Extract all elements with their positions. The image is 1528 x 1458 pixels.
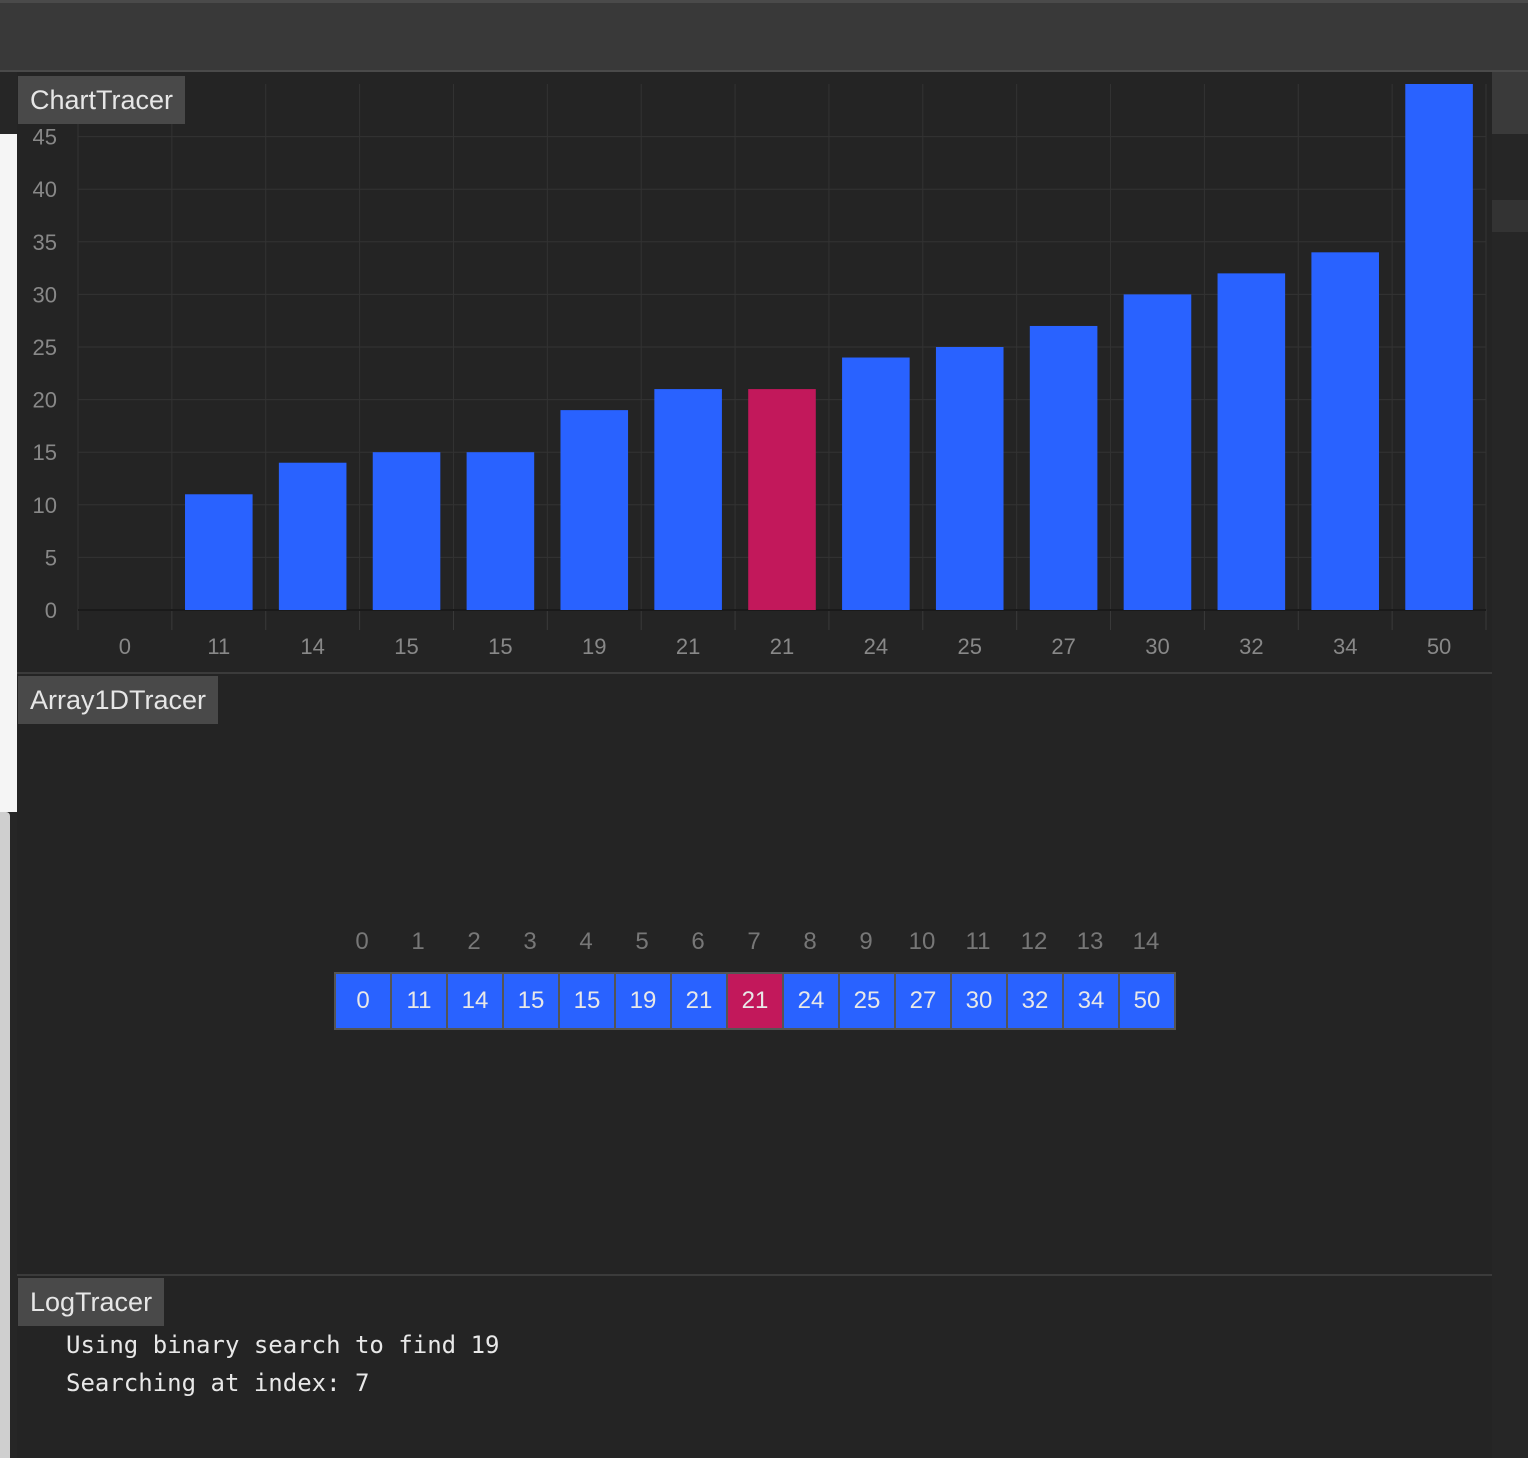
array-cell: 27 bbox=[896, 974, 952, 1028]
highlighted-bar bbox=[748, 389, 816, 610]
left-pane-edge bbox=[0, 134, 17, 812]
y-tick-label: 45 bbox=[33, 125, 57, 150]
x-tick-label: 27 bbox=[1051, 634, 1075, 659]
x-tick-label: 30 bbox=[1145, 634, 1169, 659]
bar bbox=[560, 410, 629, 610]
array-cell: 15 bbox=[504, 974, 560, 1028]
array-index-label: 5 bbox=[635, 928, 649, 955]
x-tick-label: 24 bbox=[864, 634, 888, 659]
array-index-label: 11 bbox=[965, 928, 991, 955]
array-index-label: 4 bbox=[579, 928, 593, 955]
array-index-label: 6 bbox=[691, 928, 705, 955]
y-tick-label: 15 bbox=[33, 440, 57, 465]
array-cell: 21 bbox=[672, 974, 728, 1028]
log-line: Using binary search to find 19 bbox=[66, 1331, 500, 1359]
y-tick-label: 30 bbox=[33, 282, 57, 307]
array-cell: 50 bbox=[1120, 974, 1174, 1028]
x-tick-label: 15 bbox=[488, 634, 512, 659]
bar bbox=[372, 452, 441, 610]
chart-tracer-title: ChartTracer bbox=[18, 76, 186, 124]
bar bbox=[654, 389, 722, 610]
array-index-label: 12 bbox=[1020, 928, 1048, 955]
chart-tracer-panel: ChartTracer 0 5 10 15 20 25 30 35 40 45 0 11 14 15 15 1… bbox=[17, 72, 1492, 674]
array-index-label: 1 bbox=[411, 928, 425, 955]
array-index-label: 9 bbox=[859, 928, 873, 955]
x-tick-label: 15 bbox=[394, 634, 418, 659]
array-index-label: 14 bbox=[1132, 928, 1160, 955]
right-pane-tab[interactable] bbox=[1492, 200, 1528, 232]
bar-chart: 0 5 10 15 20 25 30 35 40 45 0 11 14 15 15 19 21 21 24 25 27 3… bbox=[33, 84, 1487, 659]
array-index-label: 3 bbox=[523, 928, 537, 955]
bar bbox=[278, 462, 347, 610]
y-tick-label: 20 bbox=[33, 388, 57, 413]
array-cell-highlighted: 21 bbox=[728, 974, 784, 1028]
log-tracer-title: LogTracer bbox=[18, 1278, 165, 1326]
array-cell: 0 bbox=[336, 974, 392, 1028]
x-tick-label: 0 bbox=[119, 634, 131, 659]
x-tick-label: 21 bbox=[770, 634, 794, 659]
y-tick-label: 10 bbox=[33, 493, 57, 518]
array-index-label: 2 bbox=[467, 928, 481, 955]
bar bbox=[185, 494, 253, 610]
array-index-label: 10 bbox=[908, 928, 936, 955]
array1d-tracer-panel: Array1DTracer 0 1 2 3 4 5 6 7 8 9 10 11 12 13 14 0 11 14… bbox=[17, 674, 1492, 1276]
x-tick-label: 34 bbox=[1333, 634, 1357, 659]
x-tick-label: 11 bbox=[207, 634, 230, 659]
y-tick-label: 5 bbox=[45, 545, 57, 570]
log-output: Using binary search to find 19 Searching … bbox=[66, 1326, 499, 1402]
array-index-row: 0 1 2 3 4 5 6 7 8 9 10 11 12 13 14 bbox=[334, 928, 1174, 956]
y-tick-label: 40 bbox=[33, 177, 57, 202]
array-cell: 15 bbox=[560, 974, 616, 1028]
bar bbox=[1217, 273, 1286, 610]
array-cell: 32 bbox=[1008, 974, 1064, 1028]
x-tick-label: 19 bbox=[582, 634, 606, 659]
bar bbox=[935, 347, 1004, 610]
array-index-label: 13 bbox=[1076, 928, 1104, 955]
array-cell: 24 bbox=[784, 974, 840, 1028]
x-tick-label: 21 bbox=[676, 634, 700, 659]
array-cell: 34 bbox=[1064, 974, 1120, 1028]
bar bbox=[1123, 294, 1192, 610]
array-cell: 30 bbox=[952, 974, 1008, 1028]
array-cell: 11 bbox=[392, 974, 448, 1028]
bar bbox=[1311, 252, 1379, 610]
bar bbox=[1405, 84, 1473, 610]
array-cell: 25 bbox=[840, 974, 896, 1028]
y-tick-label: 25 bbox=[33, 335, 57, 360]
bar bbox=[466, 452, 535, 610]
x-tick-label: 50 bbox=[1427, 634, 1451, 659]
log-line: Searching at index: 7 bbox=[66, 1369, 370, 1397]
x-tick-label: 14 bbox=[300, 634, 324, 659]
array-cell: 19 bbox=[616, 974, 672, 1028]
x-tick-label: 32 bbox=[1239, 634, 1263, 659]
top-toolbar bbox=[0, 0, 1528, 70]
array-cell-row: 0 11 14 15 15 19 21 21 24 25 27 30 32 34 50 bbox=[334, 972, 1176, 1030]
right-pane-header bbox=[1492, 72, 1528, 134]
y-tick-label: 35 bbox=[33, 230, 57, 255]
x-tick-label: 25 bbox=[957, 634, 981, 659]
left-scrollbar[interactable] bbox=[0, 812, 10, 1458]
log-tracer-panel: LogTracer Using binary search to find 19… bbox=[17, 1276, 1492, 1458]
array-index-label: 0 bbox=[355, 928, 369, 955]
array-index-label: 8 bbox=[803, 928, 817, 955]
array-cell: 14 bbox=[448, 974, 504, 1028]
array1d-tracer-title: Array1DTracer bbox=[18, 676, 219, 724]
bar bbox=[1029, 325, 1098, 610]
right-gutter bbox=[1492, 72, 1528, 1458]
array-index-label: 7 bbox=[747, 928, 761, 955]
y-tick-label: 0 bbox=[45, 598, 57, 623]
bar bbox=[842, 357, 910, 610]
